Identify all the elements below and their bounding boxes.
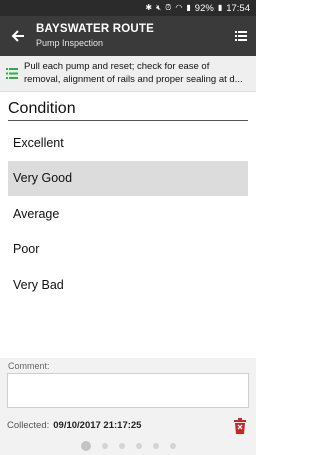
mute-icon: 🔇︎ <box>156 3 162 12</box>
header-titles: BAYSWATER ROUTE Pump Inspection <box>36 23 226 49</box>
page-dot[interactable] <box>169 443 176 449</box>
collected-info: Collected: 09/10/2017 21:17:25 <box>7 420 141 431</box>
page-title: BAYSWATER ROUTE <box>36 23 155 36</box>
option-average[interactable]: Average <box>8 196 248 232</box>
instruction-line-1: Pull each pump and reset; check for ease… <box>24 61 210 73</box>
clock: 17:54 <box>226 2 250 14</box>
collected-timestamp: 09/10/2017 21:17:25 <box>53 420 142 431</box>
bottom-panel: Comment: Collected: 09/10/2017 21:17:25 <box>0 358 256 455</box>
alarm-icon: ⏰︎ <box>165 3 172 12</box>
page-indicator <box>0 441 256 451</box>
signal-icon: ▮ <box>186 3 191 12</box>
page-dot[interactable] <box>101 443 108 449</box>
page-dot[interactable] <box>118 443 125 449</box>
option-very-good[interactable]: Very Good <box>8 160 248 196</box>
page-dot[interactable] <box>152 443 159 449</box>
condition-options: Excellent Very Good Average Poor Very Ba… <box>8 125 248 303</box>
option-poor[interactable]: Poor <box>8 232 248 268</box>
trash-icon[interactable] <box>233 418 247 434</box>
instruction-line-2: removal, alignment of rails and proper s… <box>24 73 243 85</box>
page-dot[interactable] <box>80 441 91 451</box>
comment-field[interactable] <box>7 373 249 408</box>
instruction-text: Pull each pump and reset; check for ease… <box>24 61 243 86</box>
list-menu-icon[interactable] <box>226 16 256 56</box>
battery-level: 92% <box>194 2 214 14</box>
option-excellent[interactable]: Excellent <box>8 125 248 161</box>
battery-icon: ▮ <box>217 3 223 12</box>
app-bar: BAYSWATER ROUTE Pump Inspection <box>0 16 256 56</box>
collected-label: Collected: <box>7 420 50 431</box>
condition-heading: Condition <box>8 100 248 121</box>
comment-label: Comment: <box>8 361 50 371</box>
status-bar: ✱ 🔇︎ ⏰︎ ◠ ▮ 92% ▮ 17:54 <box>0 0 256 16</box>
wifi-icon: ◠ <box>175 3 183 12</box>
bluetooth-icon: ✱ <box>145 3 153 12</box>
checklist-icon <box>6 68 24 79</box>
page-dot[interactable] <box>135 443 142 449</box>
instruction-banner[interactable]: Pull each pump and reset; check for ease… <box>0 56 256 92</box>
back-arrow-icon[interactable] <box>0 16 36 56</box>
option-very-bad[interactable]: Very Bad <box>8 267 248 303</box>
page-subtitle: Pump Inspection <box>36 38 104 49</box>
